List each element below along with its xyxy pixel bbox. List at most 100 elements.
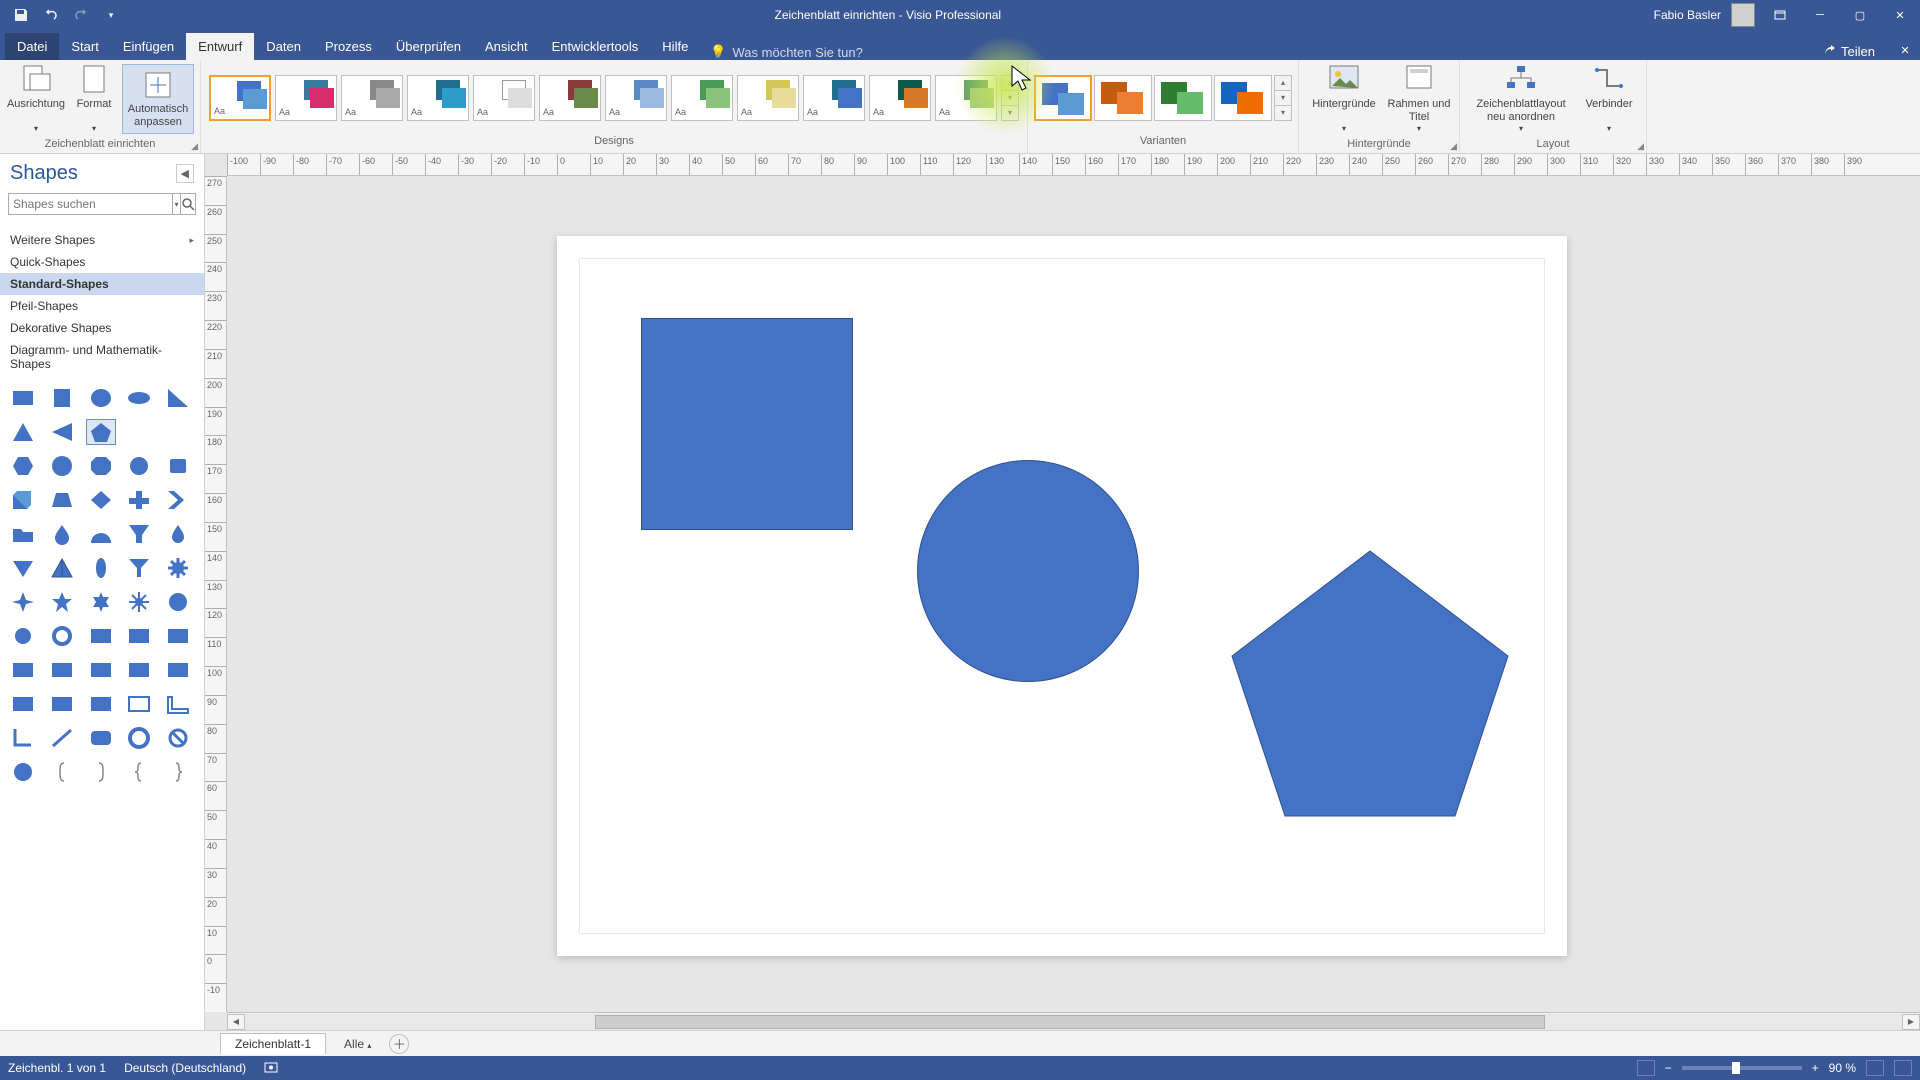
relayout-button[interactable]: Zeichenblattlayout neu anordnen ▾	[1466, 64, 1576, 134]
autofit-button[interactable]: Automatisch anpassen	[122, 64, 194, 134]
scroll-right-icon[interactable]: ▶	[1902, 1014, 1920, 1030]
shape-drop2[interactable]	[163, 521, 193, 547]
shape-blank[interactable]	[163, 419, 193, 445]
avatar[interactable]	[1731, 3, 1755, 27]
orientation-button[interactable]: Ausrichtung▾	[6, 64, 66, 134]
shape-cross[interactable]	[124, 487, 154, 513]
shape-arc[interactable]	[86, 521, 116, 547]
tab-review[interactable]: Überprüfen	[384, 33, 473, 60]
zoom-in-icon[interactable]: +	[1812, 1061, 1819, 1075]
collapse-panel-icon[interactable]: ◀	[176, 164, 194, 183]
all-pages-dropdown[interactable]: Alle ▴	[330, 1034, 385, 1054]
shape-gear[interactable]	[163, 555, 193, 581]
shape-cube[interactable]	[8, 487, 38, 513]
shape-folder[interactable]	[8, 521, 38, 547]
save-icon[interactable]	[10, 4, 32, 26]
shape-instance-circle[interactable]	[917, 460, 1139, 682]
shape-chevron[interactable]	[163, 487, 193, 513]
launcher-icon[interactable]: ◢	[191, 141, 198, 152]
shape-donut[interactable]	[124, 725, 154, 751]
stencil-arrow-shapes[interactable]: Pfeil-Shapes	[0, 295, 204, 317]
tab-design[interactable]: Entwurf	[186, 33, 254, 60]
theme-swatch[interactable]: Aa	[737, 75, 799, 121]
variant-swatch[interactable]	[1034, 75, 1092, 121]
shape-nosign[interactable]	[163, 725, 193, 751]
undo-icon[interactable]	[40, 4, 62, 26]
page-tab[interactable]: Zeichenblatt-1	[220, 1033, 326, 1054]
theme-swatch[interactable]: Aa	[869, 75, 931, 121]
shape-box1[interactable]	[86, 623, 116, 649]
shape-rectangle[interactable]	[8, 385, 38, 411]
theme-swatch[interactable]: Aa	[209, 75, 271, 121]
redo-icon[interactable]	[70, 4, 92, 26]
tab-help[interactable]: Hilfe	[650, 33, 700, 60]
shape-circle[interactable]	[124, 453, 154, 479]
shape-right-triangle[interactable]	[163, 385, 193, 411]
shape-star5[interactable]	[47, 589, 77, 615]
scroll-left-icon[interactable]: ◀	[227, 1014, 245, 1030]
add-page-button[interactable]: ＋	[389, 1034, 409, 1054]
macro-recording-icon[interactable]	[264, 1060, 278, 1077]
close-help-icon[interactable]: ✕	[1890, 40, 1920, 60]
variant-swatch[interactable]	[1094, 75, 1152, 121]
borders-button[interactable]: Rahmen und Titel ▾	[1385, 64, 1453, 134]
horizontal-scrollbar[interactable]: ◀ ▶	[227, 1012, 1920, 1030]
tell-me[interactable]: 💡 Was möchten Sie tun?	[700, 44, 873, 60]
tab-devtools[interactable]: Entwicklertools	[540, 33, 651, 60]
shape-brace1[interactable]	[124, 759, 154, 785]
shape-octagon[interactable]	[86, 453, 116, 479]
zoom-level[interactable]: 90 %	[1829, 1061, 1856, 1075]
shape-flag[interactable]	[8, 555, 38, 581]
theme-swatch[interactable]: Aa	[341, 75, 403, 121]
theme-gallery-more[interactable]: ▴▾▾	[1001, 75, 1019, 121]
shape-trapezoid[interactable]	[47, 487, 77, 513]
tab-data[interactable]: Daten	[254, 33, 313, 60]
shape-lens[interactable]	[86, 555, 116, 581]
tab-process[interactable]: Prozess	[313, 33, 384, 60]
shape-instance-square[interactable]	[641, 318, 853, 530]
shape-can[interactable]	[163, 453, 193, 479]
connector-button[interactable]: Verbinder▾	[1578, 64, 1640, 134]
shape-box8[interactable]	[163, 657, 193, 683]
backgrounds-button[interactable]: Hintergründe▾	[1305, 64, 1383, 134]
close-icon[interactable]: ✕	[1885, 5, 1915, 25]
shape-triangle[interactable]	[8, 419, 38, 445]
shape-drop[interactable]	[47, 521, 77, 547]
shape-box2[interactable]	[124, 623, 154, 649]
shape-pentagon[interactable]	[86, 419, 116, 445]
search-input[interactable]	[8, 193, 173, 215]
drawing-canvas[interactable]	[227, 176, 1920, 1012]
stencil-standard-shapes[interactable]: Standard-Shapes	[0, 273, 204, 295]
shape-box6[interactable]	[86, 657, 116, 683]
theme-swatch[interactable]: Aa	[803, 75, 865, 121]
minimize-icon[interactable]: ─	[1805, 5, 1835, 25]
shape-box9[interactable]	[8, 691, 38, 717]
shape-star6[interactable]	[86, 589, 116, 615]
shape-frame[interactable]	[124, 691, 154, 717]
variant-swatch[interactable]	[1214, 75, 1272, 121]
shape-burst[interactable]	[163, 589, 193, 615]
shape-bracket1[interactable]	[47, 759, 77, 785]
shape-ring[interactable]	[47, 623, 77, 649]
size-button[interactable]: Format▾	[68, 64, 120, 134]
theme-swatch[interactable]: Aa	[539, 75, 601, 121]
theme-swatch[interactable]: Aa	[275, 75, 337, 121]
search-icon[interactable]	[181, 193, 196, 215]
maximize-icon[interactable]: ▢	[1845, 5, 1875, 25]
stencil-quick-shapes[interactable]: Quick-Shapes	[0, 251, 204, 273]
launcher-icon[interactable]: ◢	[1450, 141, 1457, 152]
fit-page-icon[interactable]	[1866, 1060, 1884, 1076]
shape-filter[interactable]	[124, 555, 154, 581]
presentation-view-icon[interactable]	[1637, 1060, 1655, 1076]
shape-box11[interactable]	[86, 691, 116, 717]
fullscreen-icon[interactable]	[1894, 1060, 1912, 1076]
theme-swatch[interactable]: Aa	[605, 75, 667, 121]
shape-pyramid[interactable]	[47, 555, 77, 581]
shape-star7[interactable]	[124, 589, 154, 615]
variant-swatch[interactable]	[1154, 75, 1212, 121]
tab-view[interactable]: Ansicht	[473, 33, 540, 60]
stencil-decorative-shapes[interactable]: Dekorative Shapes	[0, 317, 204, 339]
shape-heptagon[interactable]	[47, 453, 77, 479]
shape-diamond[interactable]	[86, 487, 116, 513]
shape-triangle-left[interactable]	[47, 419, 77, 445]
